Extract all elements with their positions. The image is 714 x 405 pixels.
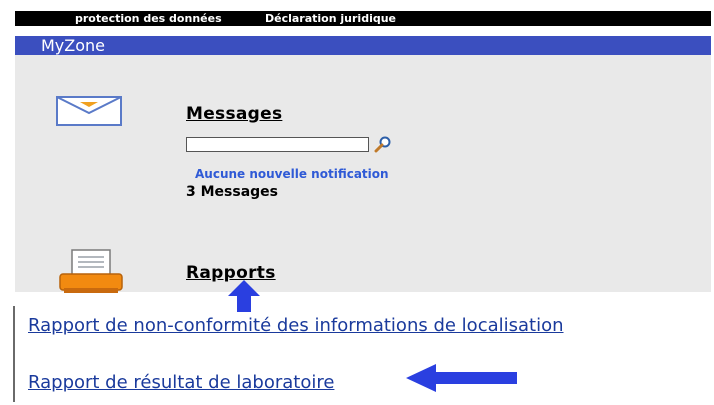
- messages-title[interactable]: Messages: [186, 104, 282, 124]
- search-icon[interactable]: [374, 135, 392, 153]
- notification-status[interactable]: Aucune nouvelle notification: [195, 167, 389, 181]
- link-lab-result-report[interactable]: Rapport de résultat de laboratoire: [28, 372, 334, 393]
- envelope-icon[interactable]: [56, 96, 122, 126]
- search-input[interactable]: [186, 137, 369, 152]
- printer-icon[interactable]: [58, 248, 124, 296]
- privacy-link[interactable]: protection des données: [75, 11, 222, 26]
- link-localisation-nonconformity-report[interactable]: Rapport de non-conformité des informatio…: [28, 315, 564, 336]
- myzone-title: MyZone: [41, 36, 106, 55]
- legal-notice-link[interactable]: Déclaration juridique: [265, 11, 396, 26]
- myzone-header: MyZone: [15, 36, 711, 55]
- links-divider: [13, 306, 15, 402]
- messages-count: 3 Messages: [186, 184, 279, 200]
- arrow-up-icon: [228, 280, 260, 312]
- arrow-left-icon: [406, 364, 517, 392]
- top-links-bar: protection des données Déclaration jurid…: [15, 11, 711, 26]
